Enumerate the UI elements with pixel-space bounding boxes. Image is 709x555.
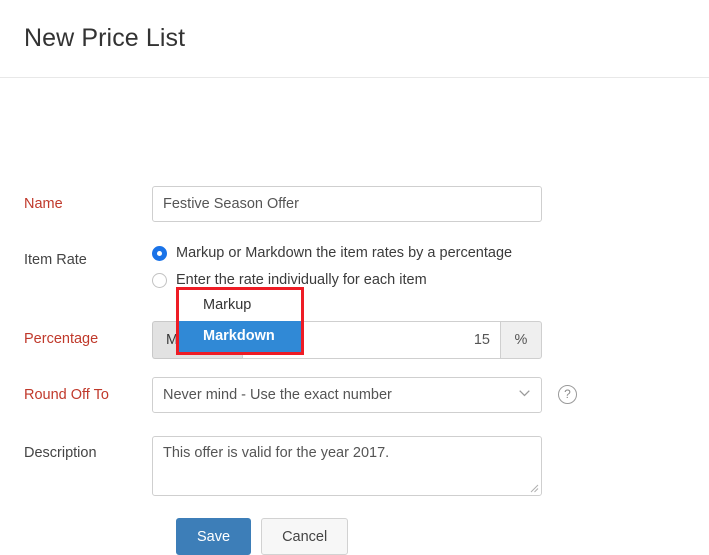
label-item-rate: Item Rate [24, 252, 87, 268]
markup-markdown-dropdown-menu: Markup Markdown [179, 290, 301, 352]
markup-markdown-dropdown-annotation: Markup Markdown [176, 287, 304, 355]
round-off-select[interactable]: Never mind - Use the exact number [152, 377, 542, 413]
description-control-area [152, 436, 709, 496]
label-percentage: Percentage [24, 331, 99, 347]
form-row-name: Name [0, 186, 709, 222]
form-row-actions: Save Cancel [0, 518, 709, 555]
label-round-off-to: Round Off To [24, 387, 109, 403]
cancel-button[interactable]: Cancel [261, 518, 349, 555]
form-row-description: Description [0, 436, 709, 496]
description-textarea[interactable] [152, 436, 542, 496]
page-title: New Price List [24, 24, 186, 52]
radio-individual-rate-icon[interactable] [152, 272, 167, 288]
page-header: New Price List [0, 0, 709, 78]
round-off-select-wrap: Never mind - Use the exact number [152, 377, 542, 413]
price-list-form: Name Item Rate Markup or Markdown the it… [0, 78, 709, 555]
question-mark-icon[interactable]: ? [558, 385, 577, 404]
label-description: Description [24, 445, 97, 461]
percent-suffix: % [500, 321, 542, 359]
radio-option-markup-percentage[interactable]: Markup or Markdown the item rates by a p… [152, 244, 709, 262]
dropdown-item-markdown[interactable]: Markdown [179, 321, 301, 352]
radio-markup-percentage-label: Markup or Markdown the item rates by a p… [176, 245, 513, 261]
dropdown-item-markup[interactable]: Markup [179, 290, 301, 321]
action-button-row: Save Cancel [0, 518, 349, 555]
description-textarea-wrap [152, 436, 542, 496]
save-button[interactable]: Save [176, 518, 252, 555]
round-off-control-area: Never mind - Use the exact number ? [152, 377, 709, 413]
label-name: Name [24, 196, 63, 212]
form-row-percentage: Percentage Markup % [0, 321, 709, 359]
name-input[interactable] [152, 186, 542, 222]
form-row-round-off-to: Round Off To Never mind - Use the exact … [0, 377, 709, 413]
radio-markup-percentage-icon[interactable] [152, 245, 167, 261]
form-row-item-rate: Item Rate Markup or Markdown the item ra… [0, 244, 709, 298]
name-control-area [152, 186, 709, 222]
